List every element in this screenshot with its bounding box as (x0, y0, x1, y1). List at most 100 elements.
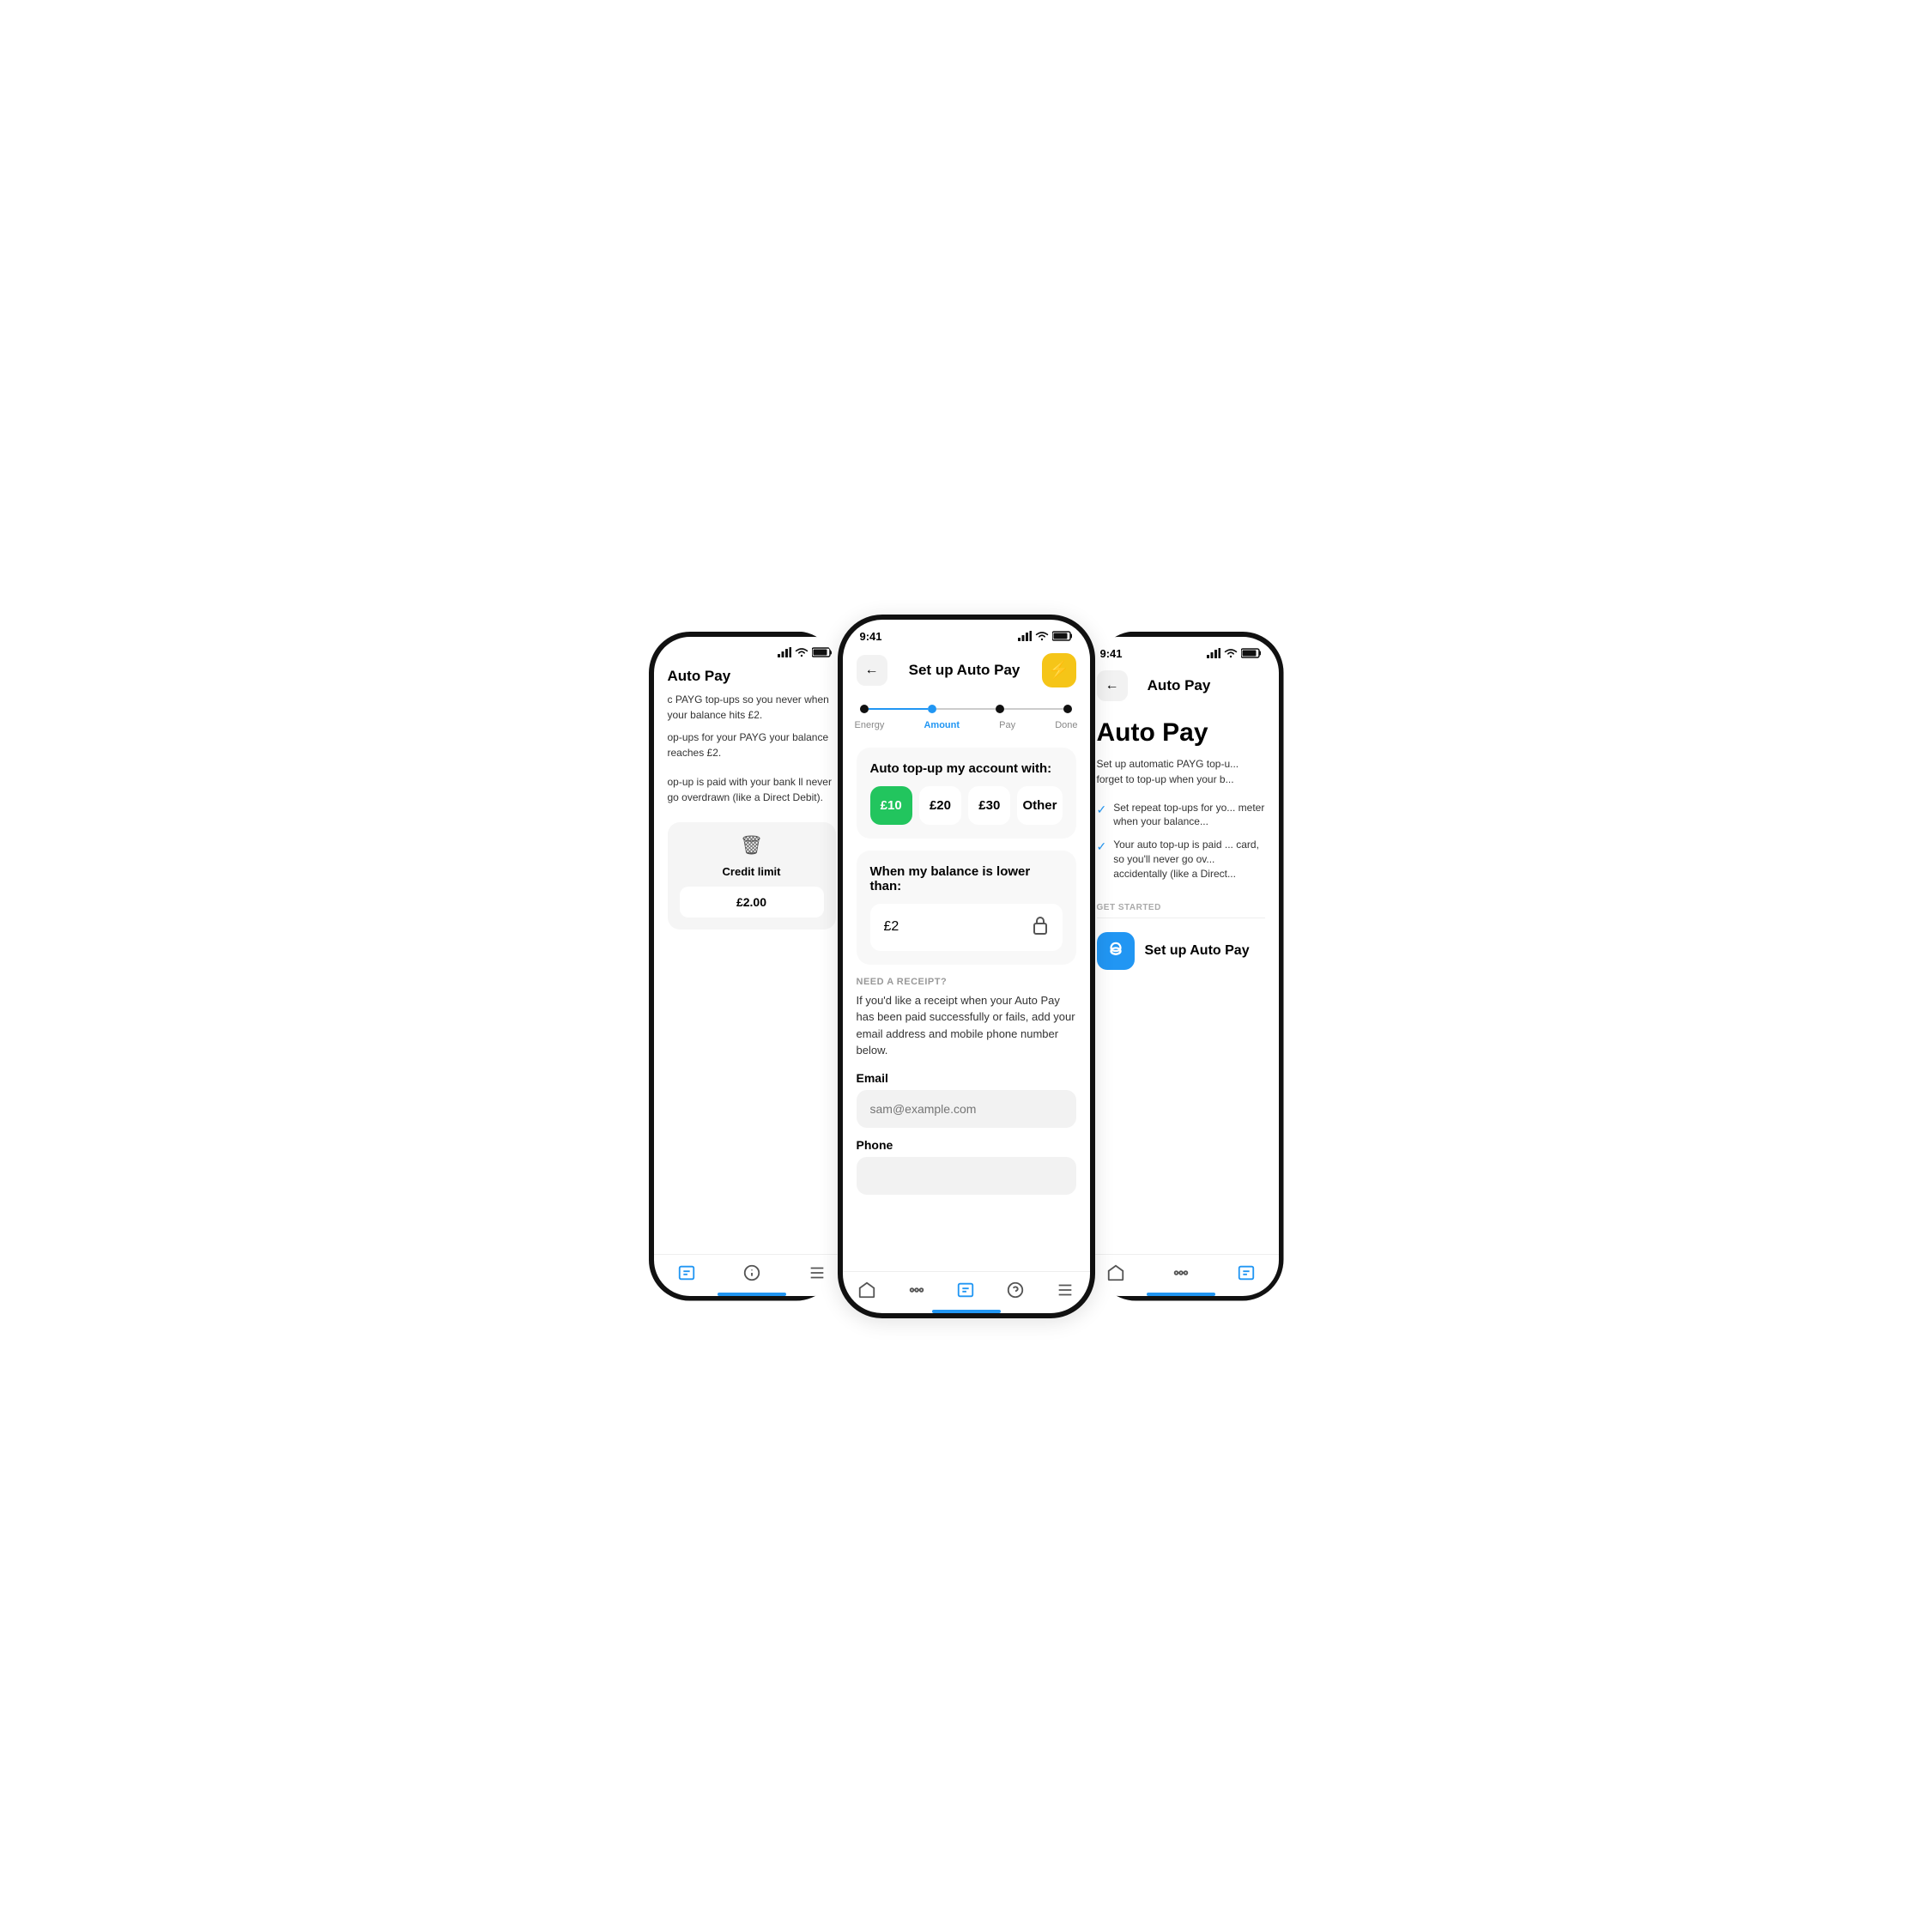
right-nav-title: Auto Pay (1148, 677, 1211, 694)
center-nav-header: ← Set up Auto Pay ⚡ (843, 646, 1090, 694)
tab-menu-left[interactable] (808, 1263, 827, 1282)
step-line-2 (936, 708, 996, 710)
trash-icon[interactable]: 🗑 (740, 834, 764, 857)
right-phone-content: Auto Pay Set up automatic PAYG top-u...f… (1083, 708, 1279, 1254)
tab-home-right[interactable] (1106, 1263, 1125, 1282)
center-status-icons (1018, 631, 1073, 641)
tab-home-center[interactable] (857, 1281, 876, 1299)
left-credit-card: 🗑 Credit limit £2.00 (668, 822, 836, 930)
step-label-done: Done (1055, 720, 1077, 730)
step-dot-energy (860, 705, 869, 713)
left-tab-bar (654, 1254, 850, 1296)
balance-input-row: £2 (870, 904, 1063, 951)
credit-value: £2.00 (680, 887, 824, 918)
amount-grid: £10 £20 £30 Other (870, 786, 1063, 825)
right-status-bar: 9:41 (1083, 637, 1279, 663)
bullet-item-1: ✓ Set repeat top-ups for yo... meter whe… (1097, 801, 1265, 830)
tab-menu-center[interactable] (1056, 1281, 1075, 1299)
bullet-list: ✓ Set repeat top-ups for yo... meter whe… (1097, 801, 1265, 890)
left-desc2: op-ups for your PAYG your balance reache… (654, 723, 850, 767)
center-status-time: 9:41 (860, 630, 882, 643)
credit-label: Credit limit (723, 865, 781, 878)
balance-card: When my balance is lower than: £2 (857, 851, 1076, 965)
back-arrow-center: ← (865, 663, 879, 678)
step-labels: Energy Amount Pay Done (843, 717, 1090, 737)
left-desc1: c PAYG top-ups so you never when your ba… (654, 692, 850, 723)
amount-btn-other[interactable]: Other (1017, 786, 1062, 825)
phone-right: 9:41 (1078, 632, 1284, 1301)
receipt-desc: If you'd like a receipt when your Auto P… (857, 992, 1076, 1059)
signal-icon-center (1018, 631, 1032, 641)
receipt-section: NEED A RECEIPT? If you'd like a receipt … (857, 977, 1076, 1205)
center-nav-title: Set up Auto Pay (909, 662, 1021, 679)
step-label-pay: Pay (999, 720, 1015, 730)
lightning-icon: ⚡ (1048, 659, 1069, 681)
setup-btn-icon (1097, 932, 1135, 970)
right-status-time: 9:41 (1100, 647, 1123, 660)
battery-icon-center (1052, 631, 1073, 641)
phone-left: Auto Pay c PAYG top-ups so you never whe… (649, 632, 855, 1301)
setup-btn-label: Set up Auto Pay (1145, 943, 1250, 959)
battery-icon (812, 647, 833, 657)
topup-card: Auto top-up my account with: £10 £20 £30… (857, 748, 1076, 839)
left-status-icons (778, 647, 833, 657)
battery-icon-right (1241, 648, 1262, 658)
bullet-item-2: ✓ Your auto top-up is paid ... card, so … (1097, 838, 1265, 881)
signal-icon-right (1207, 648, 1220, 658)
email-label: Email (857, 1071, 1076, 1085)
get-started-label: GET STARTED (1097, 903, 1265, 912)
tab-meters-right[interactable] (1172, 1263, 1190, 1282)
right-nav-header: ← Auto Pay (1083, 663, 1279, 708)
back-button-right[interactable]: ← (1097, 670, 1128, 701)
center-tab-bar (843, 1271, 1090, 1313)
phone-center: 9:41 (838, 615, 1095, 1318)
tab-billing-center[interactable] (956, 1281, 975, 1299)
wifi-icon-right (1224, 648, 1238, 658)
signal-icon (778, 647, 791, 657)
step-line-1 (869, 708, 928, 710)
tab-help-left[interactable] (742, 1263, 761, 1282)
check-icon-2: ✓ (1097, 839, 1107, 856)
left-desc3: op-up is paid with your bank ll never go… (654, 767, 850, 812)
step-label-amount: Amount (924, 720, 960, 730)
right-tab-bar (1083, 1254, 1279, 1296)
right-status-icons (1207, 648, 1262, 658)
topup-card-title: Auto top-up my account with: (870, 761, 1063, 776)
step-label-energy: Energy (855, 720, 885, 730)
center-nav-action[interactable]: ⚡ (1042, 653, 1076, 687)
back-button-center[interactable]: ← (857, 655, 887, 686)
check-icon-1: ✓ (1097, 802, 1107, 819)
wifi-icon-center (1035, 631, 1049, 641)
amount-btn-20[interactable]: £20 (919, 786, 961, 825)
scene: Auto Pay c PAYG top-ups so you never whe… (580, 580, 1353, 1353)
balance-value: £2 (884, 919, 899, 935)
left-status-bar (654, 637, 850, 661)
amount-btn-30[interactable]: £30 (968, 786, 1010, 825)
left-nav-header: Auto Pay (654, 661, 850, 692)
wifi-icon (795, 647, 809, 657)
balance-card-title: When my balance is lower than: (870, 864, 1063, 893)
back-arrow-right: ← (1105, 678, 1119, 693)
lock-icon (1032, 916, 1049, 939)
step-dot-amount (928, 705, 936, 713)
setup-auto-pay-button[interactable]: Set up Auto Pay (1097, 929, 1265, 973)
phone-input[interactable] (857, 1157, 1076, 1195)
bullet-text-1: Set repeat top-ups for yo... meter when … (1113, 801, 1264, 830)
amount-btn-10[interactable]: £10 (870, 786, 912, 825)
email-input[interactable] (857, 1090, 1076, 1128)
step-dot-pay (996, 705, 1004, 713)
bullet-text-2: Your auto top-up is paid ... card, so yo… (1113, 838, 1264, 881)
step-line-3 (1004, 708, 1063, 710)
center-status-bar: 9:41 (843, 620, 1090, 646)
auto-pay-desc: Set up automatic PAYG top-u...forget to … (1097, 756, 1265, 787)
step-dot-done (1063, 705, 1072, 713)
tab-meters-center[interactable] (907, 1281, 926, 1299)
auto-pay-title: Auto Pay (1097, 718, 1265, 748)
progress-bar (843, 694, 1090, 717)
left-nav-title: Auto Pay (668, 668, 731, 685)
center-content: Auto top-up my account with: £10 £20 £30… (843, 737, 1090, 1271)
tab-billing-right[interactable] (1237, 1263, 1256, 1282)
tab-help-center[interactable] (1006, 1281, 1025, 1299)
tab-billing-left[interactable] (677, 1263, 696, 1282)
receipt-label: NEED A RECEIPT? (857, 977, 1076, 987)
